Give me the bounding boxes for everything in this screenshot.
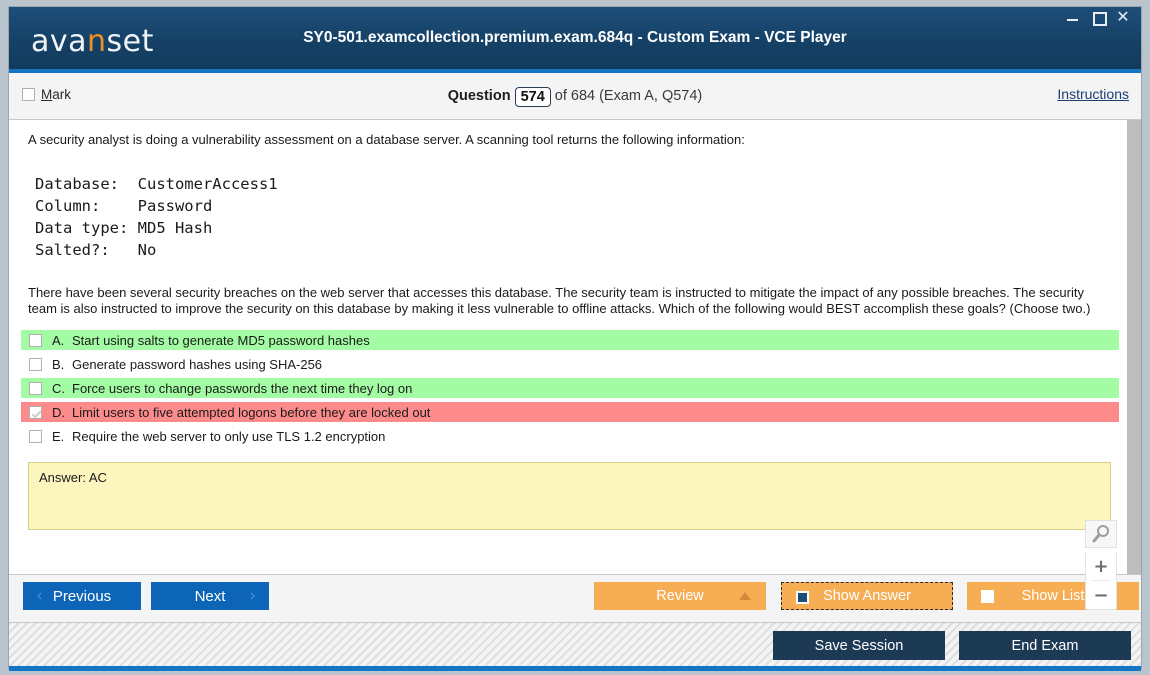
option-checkbox-e[interactable] — [29, 429, 42, 443]
zoom-controls: + − — [1085, 520, 1117, 610]
option-letter-c: C. — [52, 380, 65, 396]
option-text-d: Limit users to five attempted logons bef… — [72, 404, 431, 420]
save-session-button[interactable]: Save Session — [773, 631, 945, 660]
show-list-button-label: Show List — [1021, 588, 1085, 604]
question-intro-text: A security analyst is doing a vulnerabil… — [28, 132, 745, 147]
window-controls: ✕ — [1065, 9, 1131, 26]
magnifier-icon[interactable] — [1085, 520, 1117, 548]
zoom-out-button[interactable]: − — [1086, 581, 1116, 609]
question-header-bar: Mark Question 574 of 684 (Exam A, Q574) In… — [9, 73, 1141, 120]
show-list-checkbox[interactable] — [981, 590, 994, 603]
review-button-label: Review — [656, 588, 704, 604]
option-text-a: Start using salts to generate MD5 passwo… — [72, 332, 370, 348]
answer-reveal-panel: Answer: AC — [28, 462, 1111, 531]
minimize-icon[interactable] — [1065, 9, 1081, 25]
answer-options-list: A. Start using salts to generate MD5 pas… — [21, 330, 1119, 446]
option-checkbox-c[interactable] — [29, 381, 42, 395]
zoom-in-out-group: + − — [1085, 552, 1117, 610]
option-letter-e: E. — [52, 428, 65, 444]
option-text-e: Require the web server to only use TLS 1… — [72, 428, 386, 444]
answer-text: Answer: AC — [39, 470, 107, 486]
next-button[interactable]: Next › — [151, 582, 269, 610]
show-answer-checkbox[interactable] — [796, 591, 809, 604]
show-answer-button-label: Show Answer — [823, 588, 911, 604]
question-content: A security analyst is doing a vulnerabil… — [9, 120, 1127, 574]
title-bar: avanset SY0-501.examcollection.premium.e… — [9, 7, 1141, 73]
vce-player-window: avanset SY0-501.examcollection.premium.e… — [8, 6, 1142, 671]
answer-option-a[interactable]: A. Start using salts to generate MD5 pas… — [21, 330, 1119, 351]
question-body-text: There have been several security breache… — [28, 285, 1091, 316]
question-total-label: of 684 (Exam A, Q574) — [554, 88, 703, 104]
question-number-input[interactable]: 574 — [514, 87, 551, 107]
zoom-in-button[interactable]: + — [1086, 552, 1116, 580]
maximize-icon[interactable] — [1090, 9, 1107, 26]
window-title: SY0-501.examcollection.premium.exam.684q… — [303, 29, 847, 46]
option-letter-b: B. — [52, 356, 65, 372]
next-button-label: Next — [194, 587, 226, 605]
question-content-region: A security analyst is doing a vulnerabil… — [9, 120, 1141, 610]
option-checkbox-b[interactable] — [29, 357, 42, 371]
show-answer-button[interactable]: Show Answer — [781, 582, 953, 610]
question-counter: Question 574 of 684 (Exam A, Q574) — [9, 87, 1141, 107]
triangle-up-icon — [739, 592, 751, 600]
option-letter-a: A. — [52, 332, 65, 348]
answer-option-c[interactable]: C. Force users to change passwords the n… — [21, 378, 1119, 399]
answer-option-e[interactable]: E. Require the web server to only use TL… — [21, 426, 1119, 446]
status-bar: Save Session End Exam — [9, 623, 1141, 671]
option-text-c: Force users to change passwords the next… — [72, 380, 413, 396]
answer-option-b[interactable]: B. Generate password hashes using SHA-25… — [21, 354, 1119, 374]
previous-button[interactable]: ‹ Previous — [23, 582, 141, 610]
option-text-b: Generate password hashes using SHA-256 — [72, 356, 323, 372]
instructions-link[interactable]: Instructions — [1057, 86, 1129, 102]
answer-option-d[interactable]: D. Limit users to five attempted logons … — [21, 402, 1119, 423]
review-button[interactable]: Review — [594, 582, 766, 610]
close-icon[interactable]: ✕ — [1115, 9, 1131, 25]
question-word: Question — [447, 88, 511, 104]
scan-output-block: Database: CustomerAccess1 Column: Passwo… — [35, 175, 278, 260]
chevron-right-icon: › — [249, 585, 256, 606]
chevron-left-icon: ‹ — [36, 585, 43, 606]
option-letter-d: D. — [52, 404, 65, 420]
previous-button-label: Previous — [52, 587, 112, 605]
content-scrollbar[interactable] — [1127, 120, 1141, 574]
end-exam-button[interactable]: End Exam — [959, 631, 1131, 660]
option-checkbox-d[interactable] — [29, 405, 42, 419]
option-checkbox-a[interactable] — [29, 333, 42, 347]
navigation-bar: ‹ Previous Next › Review Show Answer Sho… — [9, 575, 1141, 623]
